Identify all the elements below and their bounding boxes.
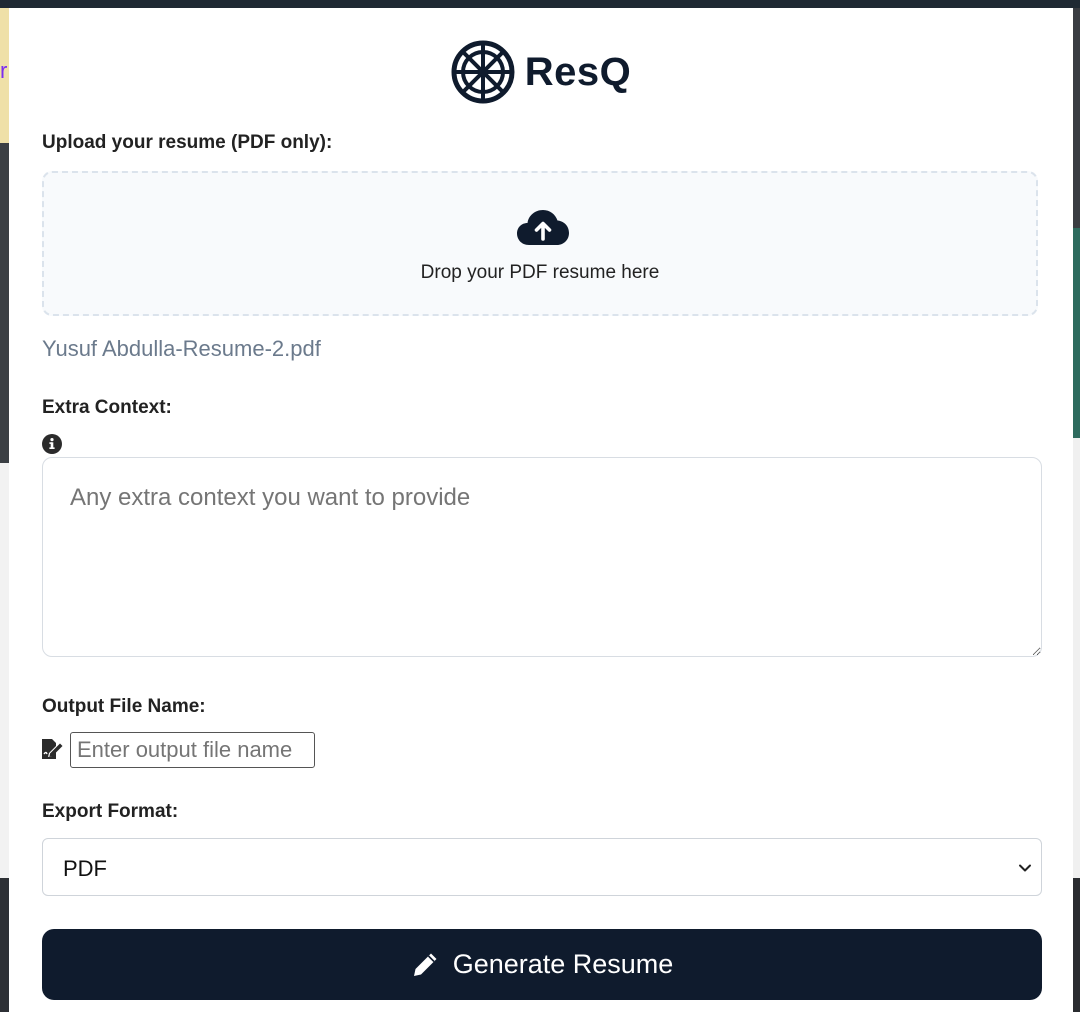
export-format-select[interactable]: PDF <box>42 838 1042 896</box>
generate-button-label: Generate Resume <box>452 949 674 979</box>
backdrop-left <box>0 143 9 463</box>
output-label: Output File Name: <box>42 696 206 717</box>
extension-popup: ResQ Upload your resume (PDF only): Drop… <box>9 8 1073 1012</box>
backdrop-right <box>1073 8 1080 228</box>
app-name: ResQ <box>524 49 632 94</box>
cloud-upload-icon <box>517 210 569 245</box>
ship-wheel-icon <box>451 40 515 104</box>
backdrop-right <box>1073 228 1080 438</box>
pencil-icon <box>413 953 437 976</box>
info-icon[interactable] <box>42 434 62 454</box>
generate-resume-button[interactable]: Generate Resume <box>42 929 1042 1000</box>
backdrop-right <box>1073 438 1080 878</box>
context-label: Extra Context: <box>42 397 172 418</box>
file-signature-icon <box>42 739 63 759</box>
app-logo: ResQ <box>9 40 1073 104</box>
backdrop-right <box>1073 878 1080 1012</box>
backdrop-left <box>0 878 9 1012</box>
output-filename-input[interactable] <box>70 732 315 768</box>
chevron-down-icon <box>1019 864 1031 872</box>
dropzone-text: Drop your PDF resume here <box>420 262 660 283</box>
backdrop-glyph: r <box>0 58 8 83</box>
extra-context-textarea[interactable] <box>42 457 1042 657</box>
export-format-value: PDF <box>63 856 107 881</box>
resume-dropzone[interactable]: Drop your PDF resume here <box>42 171 1038 316</box>
upload-label: Upload your resume (PDF only): <box>42 132 333 153</box>
selected-file-name: Yusuf Abdulla-Resume-2.pdf <box>42 336 321 361</box>
backdrop-top <box>0 0 1080 8</box>
export-label: Export Format: <box>42 801 179 822</box>
backdrop-left <box>0 463 9 878</box>
